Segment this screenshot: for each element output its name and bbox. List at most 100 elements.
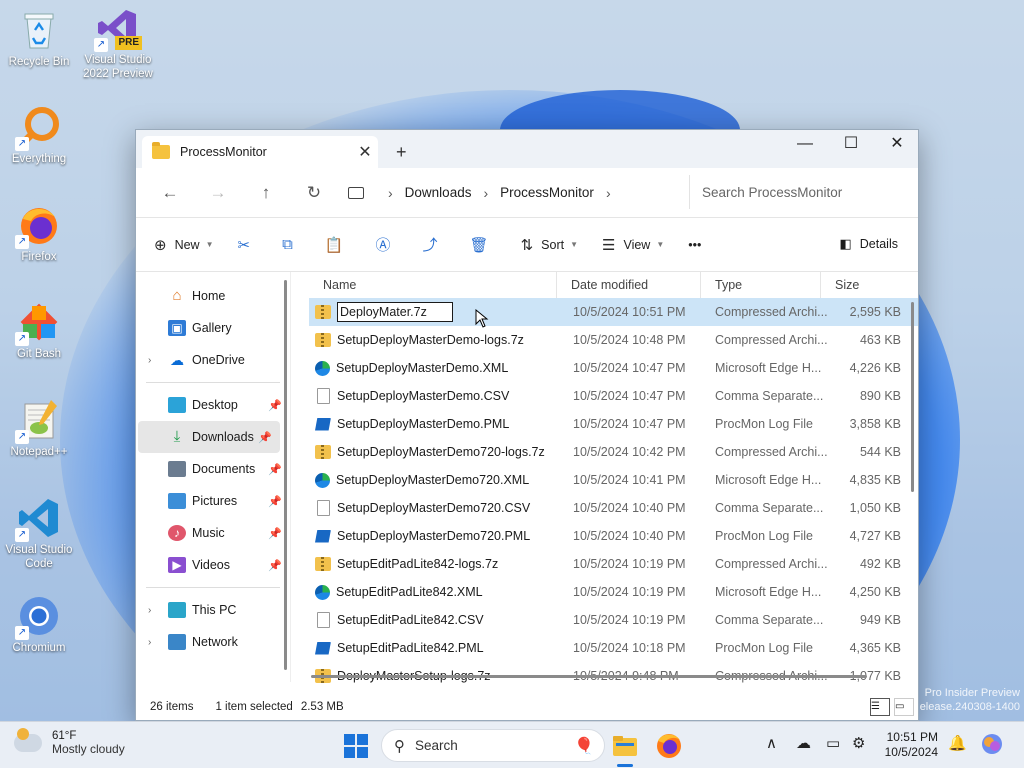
table-row[interactable]: SetupEditPadLite842-logs.7z 10/5/2024 10:…	[309, 550, 918, 578]
details-pane-button[interactable]: ◧ Details	[839, 236, 898, 252]
desktop-icon-recycle-bin[interactable]: Recycle Bin	[1, 8, 77, 69]
column-header-size[interactable]: Size	[821, 272, 887, 298]
start-button[interactable]	[344, 734, 368, 758]
tab-close-button[interactable]: ✕	[352, 142, 378, 162]
table-row[interactable]: SetupEditPadLite842.PML 10/5/2024 10:18 P…	[309, 634, 918, 662]
file-name-cell[interactable]: SetupDeployMasterDemo720-logs.7z	[309, 445, 567, 459]
file-name-cell[interactable]: SetupDeployMasterDemo.PML	[309, 417, 567, 431]
cut-button[interactable]: ✂	[238, 236, 259, 254]
file-name-cell[interactable]: SetupDeployMasterDemo.XML	[309, 360, 567, 376]
chevron-right-icon[interactable]: ›	[148, 355, 151, 366]
clock[interactable]: 10:51 PM 10/5/2024	[876, 730, 938, 760]
desktop-icon-firefox[interactable]: ↗ Firefox	[1, 203, 77, 264]
rename-input[interactable]: DeployMater.7z	[337, 302, 453, 322]
table-row[interactable]: SetupDeployMasterDemo.PML 10/5/2024 10:47…	[309, 410, 918, 438]
nav-item-videos[interactable]: ▶ Videos 📌	[136, 549, 290, 581]
table-row[interactable]: SetupDeployMasterDemo720.XML 10/5/2024 10…	[309, 466, 918, 494]
sort-button[interactable]: ⇅ Sort ▼	[521, 236, 578, 254]
nav-scrollbar[interactable]	[284, 280, 287, 670]
nav-item-music[interactable]: ♪ Music 📌	[136, 517, 290, 549]
taskbar-firefox[interactable]	[654, 731, 684, 761]
nav-item-documents[interactable]: Documents 📌	[136, 453, 290, 485]
search-input[interactable]: Search ProcessMonitor	[689, 175, 919, 209]
taskbar-file-explorer[interactable]	[610, 731, 640, 767]
table-row[interactable]: SetupDeployMasterDemo-logs.7z 10/5/2024 1…	[309, 326, 918, 354]
delete-button[interactable]: 🗑	[470, 236, 497, 254]
copilot-icon[interactable]	[980, 732, 1004, 760]
share-button[interactable]: ⤴	[423, 234, 446, 255]
table-row[interactable]: SetupEditPadLite842.CSV 10/5/2024 10:19 P…	[309, 606, 918, 634]
onedrive-tray-icon[interactable]: ☁	[796, 734, 811, 752]
back-button[interactable]: ←	[146, 183, 194, 203]
file-name-cell[interactable]: SetupEditPadLite842.CSV	[309, 612, 567, 628]
view-button[interactable]: ☰ View ▼	[602, 236, 664, 254]
vertical-scrollbar[interactable]	[911, 302, 914, 492]
file-name-cell[interactable]: SetupDeployMasterDemo.CSV	[309, 388, 567, 404]
table-row[interactable]: SetupDeployMasterDemo.CSV 10/5/2024 10:47…	[309, 382, 918, 410]
details-view-button[interactable]: ☰	[870, 698, 890, 716]
chevron-right-icon[interactable]: ›	[148, 605, 151, 616]
maximize-button[interactable]: ☐	[828, 130, 874, 160]
file-name-cell[interactable]: SetupEditPadLite842.XML	[309, 584, 567, 600]
forward-button[interactable]: →	[194, 183, 242, 203]
file-name-cell[interactable]: SetupDeployMasterDemo720.CSV	[309, 500, 567, 516]
table-row[interactable]: SetupDeployMasterDemo.XML 10/5/2024 10:47…	[309, 354, 918, 382]
refresh-button[interactable]: ↻	[290, 183, 338, 203]
more-options-button[interactable]: •••	[688, 238, 701, 252]
file-name-cell[interactable]: SetupEditPadLite842-logs.7z	[309, 557, 567, 571]
tiles-view-icon: ▭	[895, 701, 905, 712]
notification-bell-icon[interactable]: 🔔	[948, 734, 967, 752]
nav-item-home[interactable]: ⌂ Home	[136, 280, 290, 312]
network-tray-icon[interactable]: ⚙	[852, 734, 865, 752]
nav-item-onedrive[interactable]: › ☁ OneDrive	[136, 344, 290, 376]
show-hidden-icons-button[interactable]: ∧	[766, 734, 777, 752]
new-tab-button[interactable]: +	[396, 142, 407, 163]
desktop-icon-notepad-plus-plus[interactable]: ↗ Notepad++	[1, 398, 77, 459]
rename-button[interactable]: Ⓐ	[376, 234, 399, 255]
nav-item-network[interactable]: › Network	[136, 626, 290, 658]
chevron-right-icon[interactable]: ›	[148, 637, 151, 648]
weather-widget[interactable]: 61°F Mostly cloudy	[14, 728, 125, 756]
column-header-name[interactable]: Name	[309, 271, 557, 298]
table-row[interactable]: SetupDeployMasterDemo720.CSV 10/5/2024 10…	[309, 494, 918, 522]
table-row[interactable]: SetupEditPadLite842.XML 10/5/2024 10:19 P…	[309, 578, 918, 606]
close-button[interactable]: ✕	[874, 130, 920, 160]
nav-item-downloads[interactable]: ⤓ Downloads 📌	[138, 421, 280, 453]
desktop-icon-visual-studio-preview[interactable]: PRE ↗ Visual Studio 2022 Preview	[80, 6, 156, 81]
file-rows: DeployMater.7z 10/5/2024 10:51 PM Compress…	[309, 298, 918, 690]
nav-item-desktop[interactable]: Desktop 📌	[136, 389, 290, 421]
file-name-cell[interactable]: DeployMater.7z	[309, 302, 567, 322]
minimize-button[interactable]: —	[782, 130, 828, 160]
display-tray-icon[interactable]: ▭	[826, 734, 840, 752]
table-row[interactable]: SetupDeployMasterDemo720.PML 10/5/2024 10…	[309, 522, 918, 550]
nav-item-this-pc[interactable]: › This PC	[136, 594, 290, 626]
taskbar-search[interactable]: ⚲ Search 🎈	[381, 729, 605, 762]
chevron-right-icon[interactable]: ›	[606, 185, 611, 201]
horizontal-scrollbar[interactable]	[311, 675, 867, 678]
nav-item-pictures[interactable]: Pictures 📌	[136, 485, 290, 517]
paste-button[interactable]: 📋	[325, 236, 352, 254]
nav-divider	[146, 587, 280, 588]
nav-item-gallery[interactable]: ▣ Gallery	[136, 312, 290, 344]
desktop-icon-everything[interactable]: ↗ Everything	[1, 105, 77, 166]
chevron-right-icon: ›	[388, 184, 393, 201]
column-header-type[interactable]: Type	[701, 271, 821, 298]
file-name-cell[interactable]: SetupDeployMasterDemo720.PML	[309, 529, 567, 543]
table-row[interactable]: SetupDeployMasterDemo720-logs.7z 10/5/202…	[309, 438, 918, 466]
tiles-view-button[interactable]: ▭	[894, 698, 914, 716]
file-name-cell[interactable]: SetupEditPadLite842.PML	[309, 641, 567, 655]
file-name-cell[interactable]: SetupDeployMasterDemo720.XML	[309, 472, 567, 488]
tab-processmonitor[interactable]: ProcessMonitor ✕	[142, 136, 378, 168]
table-row[interactable]: DeployMater.7z 10/5/2024 10:51 PM Compress…	[309, 298, 918, 326]
file-name-cell[interactable]: SetupDeployMasterDemo-logs.7z	[309, 333, 567, 347]
breadcrumb-downloads[interactable]: Downloads	[405, 185, 472, 200]
desktop-icon-vscode[interactable]: ↗ Visual Studio Code	[1, 496, 77, 571]
column-header-date-modified[interactable]: Date modified	[557, 271, 701, 298]
desktop-icon-chromium[interactable]: ↗ Chromium	[1, 594, 77, 655]
up-button[interactable]: ↑	[242, 183, 290, 203]
breadcrumb-processmonitor[interactable]: ProcessMonitor	[500, 185, 594, 200]
desktop-icon-git-bash[interactable]: ↗ Git Bash	[1, 300, 77, 361]
navigation-pane: ⌂ Home ▣ Gallery › ☁ OneDrive Desktop 📌 …	[136, 272, 291, 682]
new-button[interactable]: ⊕ New ▼	[154, 236, 214, 254]
copy-button[interactable]: ⧉	[282, 236, 301, 253]
